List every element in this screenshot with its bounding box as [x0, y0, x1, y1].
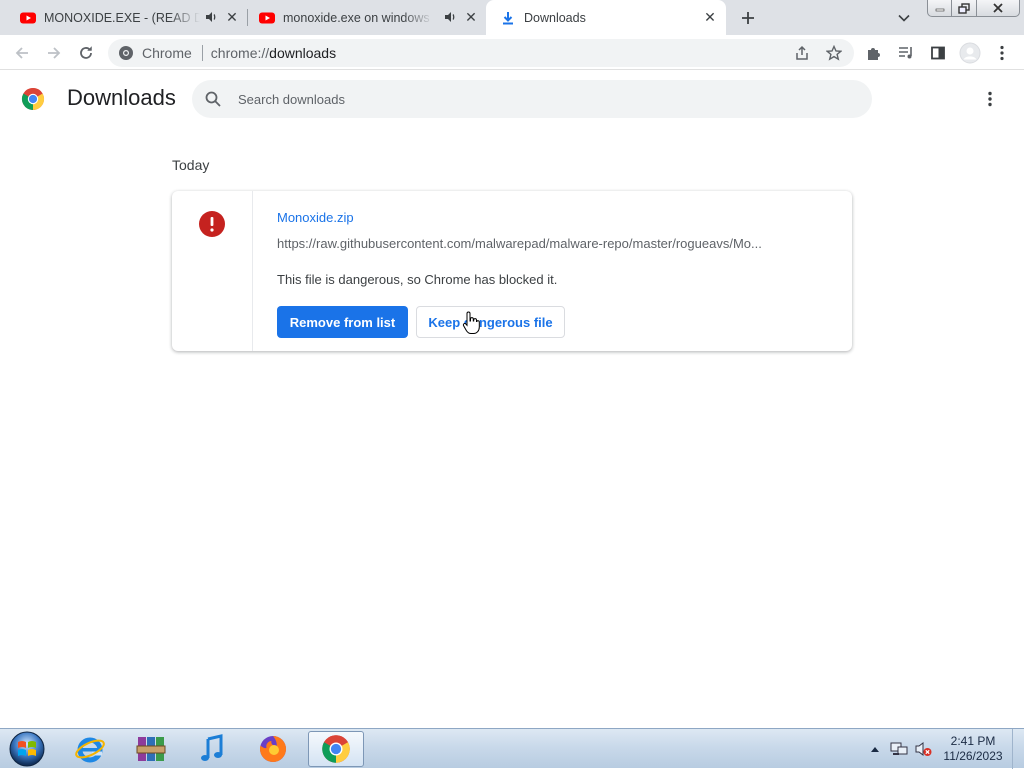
speaker-muted-icon: [915, 742, 932, 756]
back-arrow-icon: [15, 47, 28, 59]
url-scheme: chrome://: [210, 45, 270, 61]
speaker-icon[interactable]: [443, 10, 457, 24]
site-chip-label: Chrome: [142, 45, 192, 61]
tab-strip: MONOXIDE.EXE - (READ DESCRIPTION) ✕ mono…: [0, 0, 1024, 35]
avatar-icon: [959, 42, 981, 64]
download-status-text: This file is dangerous, so Chrome has bl…: [277, 272, 558, 287]
reload-button[interactable]: [74, 41, 98, 65]
windows-start-orb-icon[interactable]: [5, 730, 49, 768]
media-queue-icon: [899, 47, 912, 59]
tab-search-button[interactable]: [894, 8, 914, 28]
star-icon: [826, 45, 842, 61]
taskbar-firefox[interactable]: [245, 731, 301, 767]
bookmark-button[interactable]: [822, 41, 846, 65]
network-tray-button[interactable]: [890, 740, 908, 758]
tab-title: monoxide.exe on windows 10: [283, 10, 433, 25]
forward-arrow-icon: [48, 47, 61, 59]
volume-tray-button[interactable]: [914, 740, 932, 758]
page-title: Downloads: [67, 85, 176, 110]
omnibox-divider: [201, 45, 203, 61]
back-button[interactable]: [10, 41, 34, 65]
reload-icon: [80, 46, 92, 59]
chrome-logo-icon: [21, 87, 45, 110]
taskbar-internet-explorer[interactable]: [62, 731, 118, 767]
date-heading: Today: [172, 157, 210, 173]
minimize-button[interactable]: [927, 0, 952, 17]
download-item-card: Monoxide.zip https://raw.githubuserconte…: [172, 191, 852, 351]
close-tab-icon[interactable]: ✕: [463, 9, 479, 25]
tab-title: Downloads: [524, 10, 586, 25]
share-icon: [796, 45, 808, 60]
forward-button[interactable]: [42, 41, 66, 65]
downloads-header: Downloads: [0, 71, 1024, 127]
download-filename-link[interactable]: Monoxide.zip: [277, 210, 354, 225]
share-button[interactable]: [790, 41, 814, 65]
search-box[interactable]: [192, 80, 872, 118]
restore-button[interactable]: [952, 0, 977, 17]
downloads-more-actions-button[interactable]: [979, 87, 1001, 111]
chrome-menu-button[interactable]: [990, 41, 1014, 65]
winrar-icon: [136, 737, 166, 761]
file-icon-column: [172, 191, 253, 351]
clock-time: 2:41 PM: [950, 734, 996, 748]
taskbar-winrar[interactable]: [123, 731, 179, 767]
side-panel-icon: [931, 46, 945, 60]
chevron-down-icon: [898, 14, 910, 22]
download-source-url[interactable]: https://raw.githubusercontent.com/malwar…: [277, 236, 787, 251]
speaker-icon[interactable]: [204, 10, 218, 24]
close-tab-icon[interactable]: ✕: [224, 9, 240, 25]
keep-dangerous-file-button[interactable]: Keep dangerous file: [416, 306, 565, 338]
close-tab-icon[interactable]: ✕: [702, 9, 718, 25]
tab-youtube-windows10[interactable]: monoxide.exe on windows 10 ✕: [239, 0, 486, 35]
show-desktop-button[interactable]: [1012, 729, 1024, 769]
firefox-icon: [260, 736, 287, 762]
minimize-icon: [935, 8, 944, 12]
taskbar-itunes[interactable]: [184, 731, 240, 767]
puzzle-icon: [868, 48, 880, 60]
plus-icon: [742, 12, 754, 24]
youtube-icon: [259, 12, 275, 23]
windows-taskbar: 2:41 PM 11/26/2023: [0, 728, 1024, 769]
clock-date: 11/26/2023: [943, 749, 1003, 763]
chrome-site-icon: [119, 46, 133, 60]
profile-button[interactable]: [958, 41, 982, 65]
address-bar[interactable]: Chrome chrome://downloads: [108, 39, 854, 67]
side-panel-button[interactable]: [926, 41, 950, 65]
tab-youtube-monoxide[interactable]: MONOXIDE.EXE - (READ DESCRIPTION) ✕: [0, 0, 245, 35]
chevron-up-icon: [871, 747, 879, 752]
tab-downloads[interactable]: Downloads ✕: [486, 0, 726, 35]
url-text: chrome://downloads: [211, 45, 336, 61]
taskbar-chrome[interactable]: [308, 731, 364, 767]
tab-title: MONOXIDE.EXE - (READ DESCRIPTION): [44, 10, 200, 25]
internet-explorer-icon: [75, 737, 105, 763]
system-tray: [866, 729, 938, 769]
kebab-menu-icon: [1000, 45, 1004, 61]
window-controls: [927, 0, 1020, 18]
url-host: downloads: [269, 45, 337, 61]
show-hidden-icons-button[interactable]: [866, 740, 884, 758]
network-icon: [890, 742, 908, 755]
download-icon: [503, 11, 513, 24]
kebab-menu-icon: [988, 91, 992, 107]
extensions-button[interactable]: [862, 41, 886, 65]
taskbar-clock[interactable]: 2:41 PM 11/26/2023: [938, 734, 1008, 764]
new-tab-button[interactable]: [736, 6, 760, 30]
chrome-icon: [322, 735, 350, 763]
danger-warning-icon: [199, 211, 225, 237]
remove-from-list-button[interactable]: Remove from list: [277, 306, 408, 338]
youtube-icon: [20, 12, 36, 23]
search-input[interactable]: [236, 90, 836, 108]
media-controls-button[interactable]: [894, 41, 918, 65]
browser-toolbar: Chrome chrome://downloads: [0, 35, 1024, 70]
hand-cursor-icon: [462, 311, 480, 334]
close-icon: [993, 3, 1003, 13]
close-window-button[interactable]: [977, 0, 1020, 17]
search-icon: [205, 91, 221, 107]
music-note-icon: [201, 734, 223, 761]
restore-icon: [958, 2, 970, 14]
